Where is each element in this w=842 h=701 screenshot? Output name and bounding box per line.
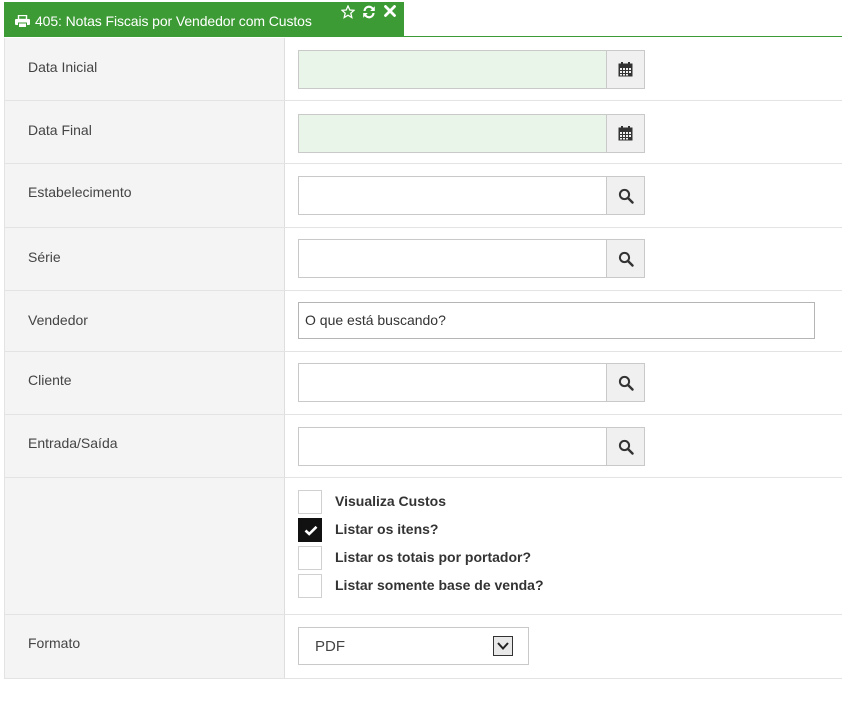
data-final-input[interactable]	[298, 114, 607, 153]
checkbox-listar-totais[interactable]	[298, 546, 322, 570]
search-icon	[618, 439, 634, 455]
option-label: Listar os totais por portador?	[335, 549, 532, 565]
close-icon[interactable]	[384, 5, 396, 17]
tab-bar: 405: Notas Fiscais por Vendedor com Cust…	[4, 0, 842, 38]
checkbox-listar-base-venda[interactable]	[298, 574, 322, 598]
row-data-inicial: Data Inicial	[4, 38, 842, 101]
search-icon	[618, 375, 634, 391]
calendar-icon	[618, 62, 633, 77]
data-inicial-input[interactable]	[298, 50, 607, 89]
calendar-icon	[618, 126, 633, 141]
report-form: Data Inicial Data Final Estabelecimento …	[4, 38, 842, 679]
printer-icon	[15, 15, 30, 28]
estabelecimento-input[interactable]	[298, 176, 607, 215]
serie-input[interactable]	[298, 239, 607, 278]
row-vendedor: Vendedor O que está buscando?	[4, 291, 842, 352]
refresh-icon[interactable]	[362, 5, 376, 19]
entrada-saida-search-button[interactable]	[606, 427, 645, 466]
data-final-calendar-button[interactable]	[606, 114, 645, 153]
checkmark-icon	[304, 525, 318, 536]
search-icon	[618, 251, 634, 267]
tab-title: 405: Notas Fiscais por Vendedor com Cust…	[35, 13, 312, 29]
formato-select[interactable]: PDF	[298, 627, 529, 665]
row-formato: Formato PDF	[4, 615, 842, 679]
search-icon	[618, 188, 634, 204]
row-entrada-saida: Entrada/Saída	[4, 415, 842, 478]
cliente-search-button[interactable]	[606, 363, 645, 402]
data-inicial-calendar-button[interactable]	[606, 50, 645, 89]
label-cliente: Cliente	[28, 372, 72, 388]
checkbox-listar-itens[interactable]	[298, 518, 322, 542]
estabelecimento-search-button[interactable]	[606, 176, 645, 215]
option-label: Listar somente base de venda?	[335, 577, 544, 593]
row-estabelecimento: Estabelecimento	[4, 164, 842, 228]
report-tab[interactable]: 405: Notas Fiscais por Vendedor com Cust…	[4, 2, 404, 37]
cliente-input[interactable]	[298, 363, 607, 402]
label-entrada-saida: Entrada/Saída	[28, 435, 118, 451]
label-formato: Formato	[28, 635, 81, 651]
label-data-final: Data Final	[28, 122, 92, 138]
row-cliente: Cliente	[4, 352, 842, 415]
label-estabelecimento: Estabelecimento	[28, 184, 132, 200]
chevron-down-icon[interactable]	[493, 636, 513, 656]
vendedor-search-input[interactable]: O que está buscando?	[298, 302, 815, 339]
row-options: Visualiza Custos Listar os itens? Listar…	[4, 478, 842, 615]
label-data-inicial: Data Inicial	[28, 59, 98, 75]
option-label: Listar os itens?	[335, 521, 439, 537]
row-data-final: Data Final	[4, 101, 842, 164]
label-serie: Série	[28, 249, 61, 265]
row-serie: Série	[4, 228, 842, 291]
label-vendedor: Vendedor	[28, 312, 88, 328]
formato-selected-value: PDF	[315, 638, 345, 655]
star-icon[interactable]	[341, 5, 355, 19]
option-label: Visualiza Custos	[335, 493, 447, 509]
serie-search-button[interactable]	[606, 239, 645, 278]
entrada-saida-input[interactable]	[298, 427, 607, 466]
tab-underline	[404, 36, 842, 37]
checkbox-visualiza-custos[interactable]	[298, 490, 322, 514]
